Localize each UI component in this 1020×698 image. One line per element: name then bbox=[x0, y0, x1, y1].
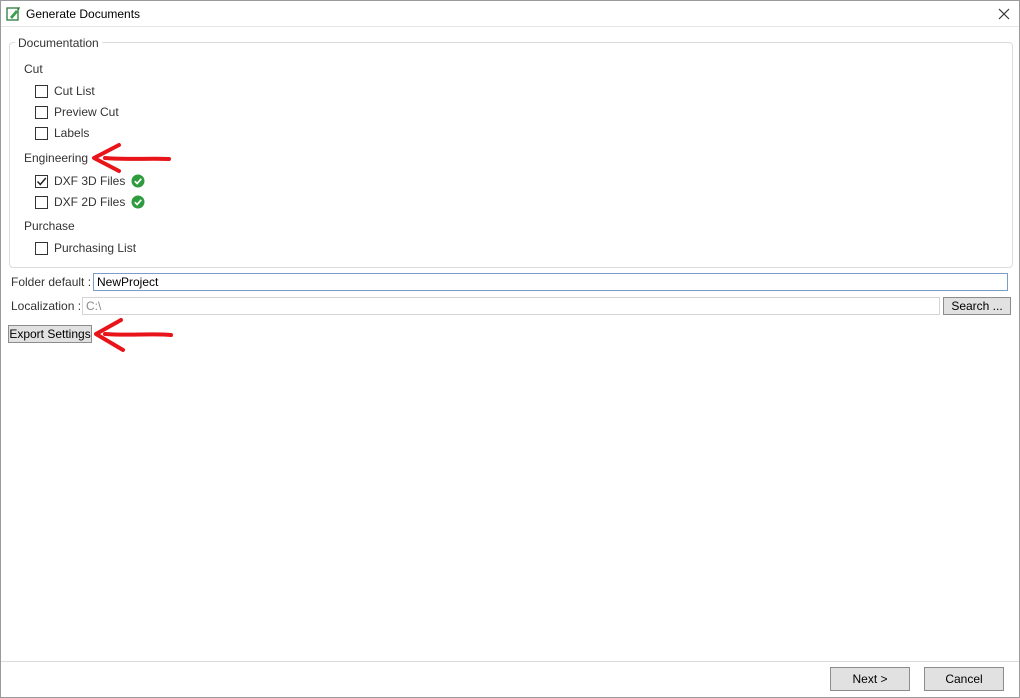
search-button[interactable]: Search ... bbox=[943, 297, 1011, 315]
checkbox-row-purchasing-list[interactable]: Purchasing List bbox=[35, 240, 136, 256]
title-bar: Generate Documents bbox=[1, 1, 1019, 27]
folder-default-input[interactable] bbox=[93, 273, 1008, 291]
localization-label: Localization : bbox=[11, 299, 82, 313]
labels-checkbox[interactable] bbox=[35, 126, 48, 140]
section-label-purchase: Purchase bbox=[24, 219, 75, 233]
dxf-3d-checkbox[interactable] bbox=[35, 174, 48, 188]
check-circle-icon bbox=[131, 195, 145, 209]
preview-cut-label: Preview Cut bbox=[54, 105, 119, 119]
annotation-arrow-icon bbox=[92, 143, 171, 173]
cancel-button[interactable]: Cancel bbox=[924, 667, 1004, 691]
checkbox-row-cut-list[interactable]: Cut List bbox=[35, 83, 95, 99]
preview-cut-checkbox[interactable] bbox=[35, 105, 48, 119]
export-settings-button[interactable]: Export Settings bbox=[8, 325, 92, 343]
section-label-engineering: Engineering bbox=[24, 151, 89, 165]
cut-list-checkbox[interactable] bbox=[35, 84, 48, 98]
close-button[interactable] bbox=[989, 1, 1019, 27]
localization-input[interactable] bbox=[82, 297, 940, 315]
dxf-3d-label: DXF 3D Files bbox=[54, 174, 126, 188]
documentation-legend: Documentation bbox=[15, 36, 102, 50]
checkbox-row-dxf-2d[interactable]: DXF 2D Files bbox=[35, 194, 145, 210]
checkmark-icon bbox=[36, 177, 47, 186]
dxf-2d-label: DXF 2D Files bbox=[54, 195, 126, 209]
next-button[interactable]: Next > bbox=[830, 667, 910, 691]
dxf-2d-checkbox[interactable] bbox=[35, 195, 48, 209]
section-label-cut: Cut bbox=[24, 62, 43, 76]
generate-documents-window: Generate Documents Documentation Cut Cut… bbox=[0, 0, 1020, 698]
checkbox-row-preview-cut[interactable]: Preview Cut bbox=[35, 104, 119, 120]
purchasing-list-checkbox[interactable] bbox=[35, 241, 48, 255]
labels-label: Labels bbox=[54, 126, 90, 140]
footer-separator bbox=[1, 661, 1019, 662]
cut-list-label: Cut List bbox=[54, 84, 95, 98]
window-title: Generate Documents bbox=[26, 7, 141, 21]
purchasing-list-label: Purchasing List bbox=[54, 241, 137, 255]
checkbox-row-labels[interactable]: Labels bbox=[35, 125, 89, 141]
folder-default-label: Folder default : bbox=[11, 275, 92, 289]
annotation-arrow-icon bbox=[94, 318, 173, 352]
document-edit-icon bbox=[6, 7, 20, 21]
checkbox-row-dxf-3d[interactable]: DXF 3D Files bbox=[35, 173, 145, 189]
check-circle-icon bbox=[131, 174, 145, 188]
close-icon bbox=[998, 8, 1010, 20]
